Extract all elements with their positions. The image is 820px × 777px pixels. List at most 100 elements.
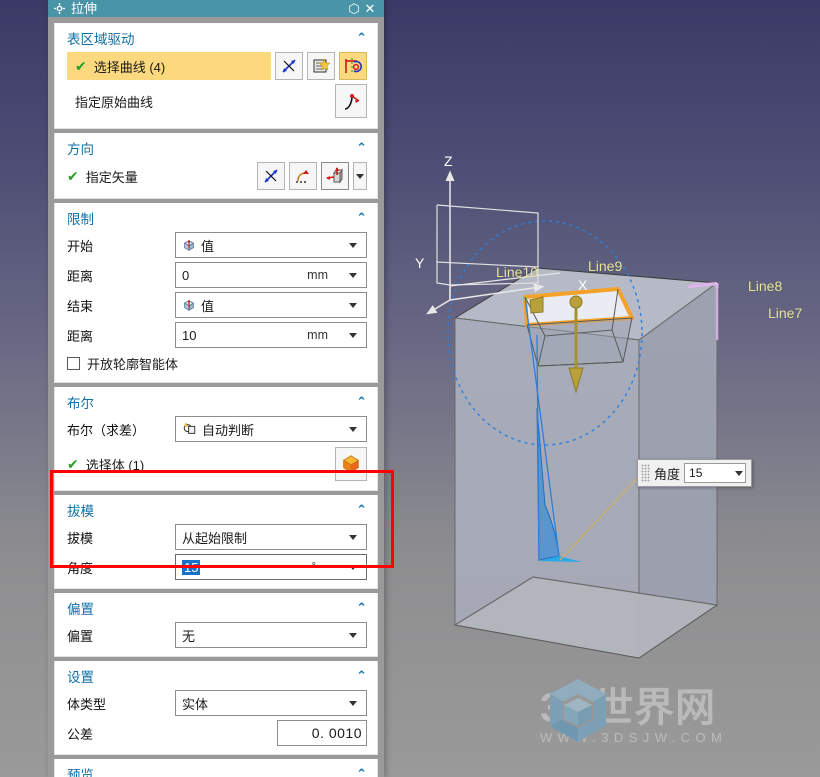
chevron-up-icon[interactable]: ⌃ [356,140,367,156]
curve-label-line9[interactable]: Line9 [588,258,622,274]
dialog-body: 表区域驱动 ⌃ ✔ 选择曲线 (4) 指定原始曲线 方向 ⌃ ✔ 指定矢量 限制… [48,17,384,777]
chevron-down-icon[interactable] [349,332,357,338]
draft-angle-input[interactable]: 15 ° [175,554,367,580]
limit-end-value: 值 [201,298,215,314]
group-header[interactable]: 预览 ⌃ [55,759,377,777]
chevron-down-icon[interactable] [349,426,357,432]
tolerance-input[interactable]: 0. 0010 [277,720,367,746]
chevron-up-icon[interactable]: ⌃ [356,502,367,518]
group-header[interactable]: 拔模 ⌃ [55,495,377,524]
group-settings: 设置 ⌃ 体类型 实体 公差 0. 0010 [54,661,378,755]
chevron-up-icon[interactable]: ⌃ [356,30,367,46]
close-button[interactable]: ✕ [362,2,378,15]
open-profile-label: 开放轮廓智能体 [87,356,179,372]
gear-icon [54,3,65,14]
group-title: 偏置 [67,602,94,617]
boolean-mode-row: 布尔（求差） 自动判断 [67,416,367,442]
vector-more-button[interactable] [353,162,367,190]
group-title: 拔模 [67,504,94,519]
draft-angle-unit: ° [311,561,316,573]
3d-cube-hex-logo [550,679,606,742]
group-header[interactable]: 布尔 ⌃ [55,387,377,416]
offset-combo[interactable]: 无 [175,622,367,648]
curve-rule-icon[interactable] [339,52,367,80]
dialog-titlebar[interactable]: 拉伸 ⬡ ✕ [48,0,384,17]
extrude-dialog[interactable]: 拉伸 ⬡ ✕ 表区域驱动 ⌃ ✔ 选择曲线 (4) 指定原始曲线 方向 ⌃ ✔ … [48,0,384,777]
chevron-down-icon[interactable] [735,470,744,476]
group-section-driver: 表区域驱动 ⌃ ✔ 选择曲线 (4) 指定原始曲线 [54,23,378,129]
curve-label-line10[interactable]: Line10 [496,264,538,280]
curve-from-sketch-icon[interactable] [307,52,335,80]
group-header[interactable]: 设置 ⌃ [55,661,377,690]
boolean-body-row: ✔ 选择体 (1) [67,446,367,482]
chevron-down-icon[interactable] [349,700,357,706]
group-header[interactable]: 方向 ⌃ [55,133,377,162]
boolean-mode-value: 自动判断 [202,422,255,438]
offset-row: 偏置 无 [67,622,367,648]
angle-value: 15 [689,466,703,480]
limit-end-distance-unit: mm [307,328,328,342]
chevron-down-icon[interactable] [349,242,357,248]
chevron-up-icon[interactable]: ⌃ [356,668,367,684]
limit-start-distance-value: 0 [182,267,190,283]
select-curve-bar[interactable]: ✔ 选择曲线 (4) [67,52,271,80]
solid-body-icon[interactable] [335,447,367,481]
intersect-curve-icon[interactable] [275,52,303,80]
limit-end-row: 结束 值 [67,292,367,318]
group-header[interactable]: 限制 ⌃ [55,203,377,232]
limit-end-combo[interactable]: 值 [175,292,367,318]
boolean-auto-icon [183,422,196,434]
group-title: 设置 [67,670,94,685]
check-icon: ✔ [67,456,79,472]
select-curve-label: 选择曲线 (4) [93,59,166,75]
limit-start-distance-label: 距离 [67,268,94,284]
specify-vector-label: 指定矢量 [85,169,138,185]
body-type-value: 实体 [182,696,209,712]
open-profile-checkbox[interactable]: 开放轮廓智能体 [67,354,178,373]
draft-mode-combo[interactable]: 从起始限制 [175,524,367,550]
group-offset: 偏置 ⌃ 偏置 无 [54,593,378,657]
limit-end-distance-row: 距离 10 mm [67,322,367,348]
draft-mode-value: 从起始限制 [182,530,248,546]
chevron-down-icon[interactable] [349,564,357,570]
draft-angle-row: 角度 15 ° [67,554,367,580]
select-body-label: 选择体 (1) [85,457,145,473]
original-curve-icon[interactable] [335,84,367,118]
vector-z-icon[interactable] [321,162,349,190]
angle-floating-input[interactable]: 角度 15 [637,459,753,487]
limit-end-distance-label: 距离 [67,328,94,344]
body-type-combo[interactable]: 实体 [175,690,367,716]
chevron-up-icon[interactable]: ⌃ [356,210,367,226]
dialog-title: 拉伸 [71,1,98,16]
group-direction: 方向 ⌃ ✔ 指定矢量 [54,133,378,199]
restore-button[interactable]: ⬡ [346,2,362,15]
chevron-down-icon[interactable] [349,302,357,308]
value-cube-icon [183,239,195,252]
limit-start-value: 值 [201,238,215,254]
limit-start-combo[interactable]: 值 [175,232,367,258]
chevron-down-icon[interactable] [349,632,357,638]
axis-label-y: Y [415,255,425,271]
vector-inferred-icon[interactable] [257,162,285,190]
boolean-mode-combo[interactable]: 自动判断 [175,416,367,442]
limit-end-distance-input[interactable]: 10 mm [175,322,367,348]
limit-start-distance-unit: mm [307,268,328,282]
angle-label: 角度 [654,466,681,482]
chevron-up-icon[interactable]: ⌃ [356,600,367,616]
limit-start-distance-input[interactable]: 0 mm [175,262,367,288]
chevron-down-icon[interactable] [349,534,357,540]
curve-label-line7[interactable]: Line7 [768,305,802,321]
angle-value-field[interactable]: 15 [684,463,747,483]
chevron-up-icon[interactable]: ⌃ [356,394,367,410]
group-title: 限制 [67,212,94,227]
group-header[interactable]: 偏置 ⌃ [55,593,377,622]
vector-dialog-icon[interactable] [289,162,317,190]
drag-grip-icon[interactable] [641,464,650,482]
curve-label-line8[interactable]: Line8 [748,278,782,294]
group-header[interactable]: 表区域驱动 ⌃ [55,23,377,52]
group-title: 方向 [67,142,94,157]
boolean-mode-label: 布尔（求差） [67,422,146,438]
chevron-up-icon[interactable]: ⌃ [356,766,367,777]
chevron-down-icon[interactable] [349,272,357,278]
group-title: 预览 [67,768,94,777]
